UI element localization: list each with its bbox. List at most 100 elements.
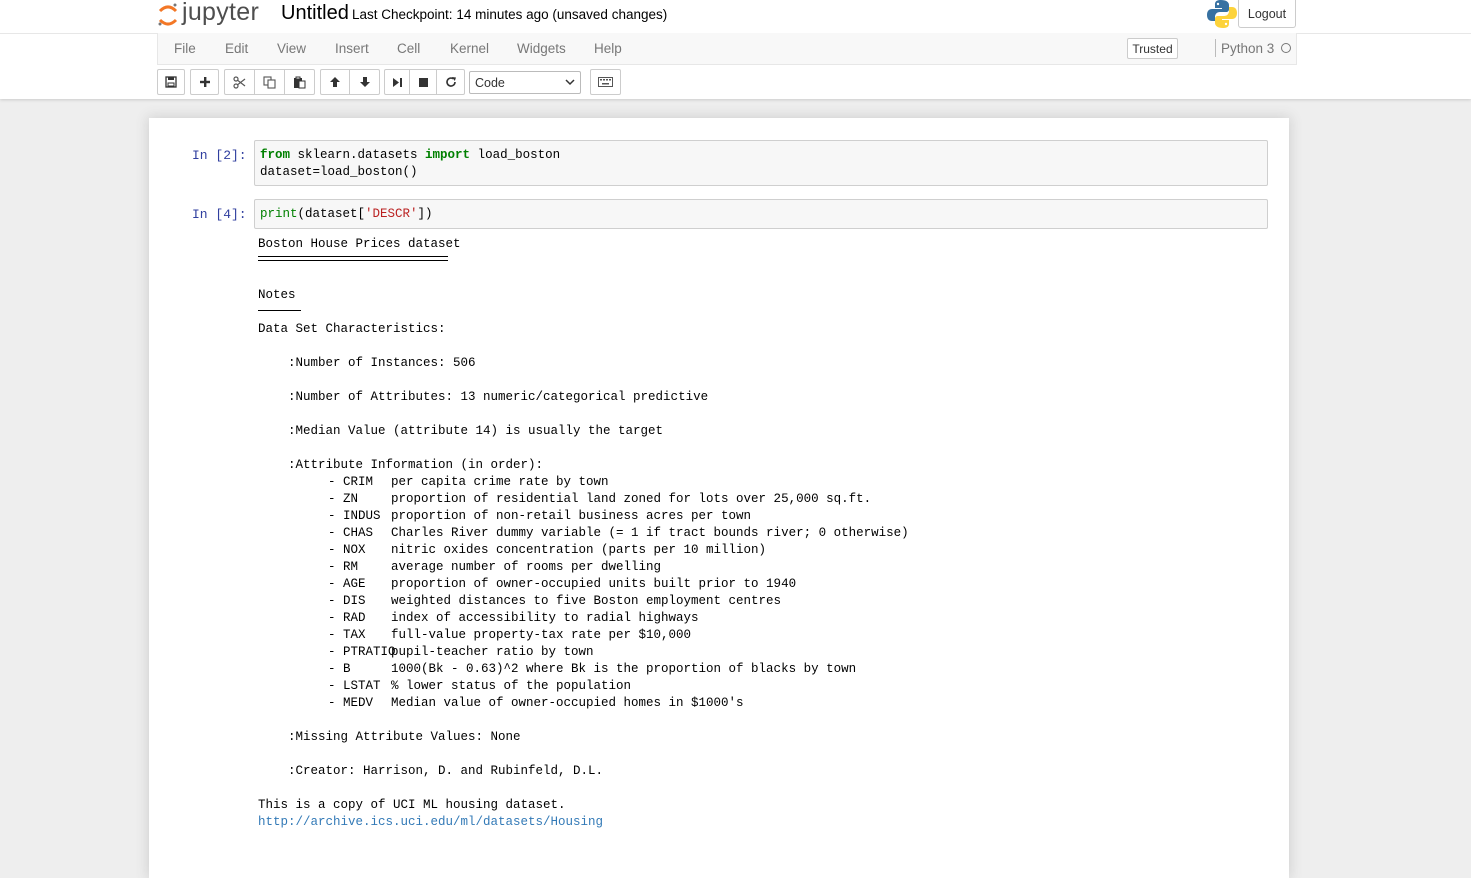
attribute-name: - LSTAT [328, 679, 381, 693]
code-line: dataset=load_boston() [260, 165, 418, 179]
attribute-description: average number of rooms per dwelling [391, 560, 662, 574]
stop-icon [418, 77, 428, 87]
run-button[interactable] [384, 69, 410, 95]
attribute-description: proportion of residential land zoned for… [391, 492, 872, 506]
copy-note: This is a copy of UCI ML housing dataset… [258, 798, 566, 812]
insert-cell-button[interactable] [190, 69, 219, 95]
menu-widgets[interactable]: Widgets [517, 41, 566, 56]
menu-view[interactable]: View [277, 41, 306, 56]
cell-type-value: Code [475, 75, 505, 90]
move-down-button[interactable] [349, 69, 380, 95]
kernel-idle-indicator [1281, 43, 1291, 53]
attribute-name: - CHAS [328, 526, 374, 540]
attribute-description: Median value of owner-occupied homes in … [391, 696, 744, 710]
creator-line: :Creator: Harrison, D. and Rubinfeld, D.… [288, 764, 604, 778]
attribute-description: weighted distances to five Boston employ… [391, 594, 782, 608]
dataset-url-link[interactable]: http://archive.ics.uci.edu/ml/datasets/H… [258, 815, 603, 829]
refresh-icon [445, 77, 456, 87]
dataset-url-text: http://archive.ics.uci.edu/ml/datasets/H… [258, 815, 604, 829]
cut-icon [233, 75, 246, 89]
notes-underline [258, 310, 301, 311]
save-button[interactable] [157, 69, 185, 95]
code-text: ]) [417, 207, 433, 221]
attribute-description: index of accessibility to radial highway… [391, 611, 699, 625]
keyword: import [425, 148, 471, 162]
menu-cell[interactable]: Cell [397, 41, 420, 56]
attribute-info-heading: :Attribute Information (in order): [288, 458, 544, 472]
string-literal: 'DESCR' [365, 207, 418, 221]
attribute-description: 1000(Bk - 0.63)^2 where Bk is the propor… [391, 662, 857, 676]
jupyter-logo[interactable]: jupyter [157, 0, 259, 30]
instances-line: :Number of Instances: 506 [288, 356, 476, 370]
attribute-name: - ZN [328, 492, 359, 506]
checkpoint-time: 14 minutes ago [456, 7, 549, 22]
menu-edit[interactable]: Edit [225, 41, 248, 56]
arrow-up-icon [330, 77, 340, 87]
attribute-name: - B [328, 662, 351, 676]
menu-file[interactable]: File [174, 41, 196, 56]
copy-icon [263, 75, 276, 89]
attribute-name: - DIS [328, 594, 366, 608]
attribute-name: - NOX [328, 543, 366, 557]
step-forward-icon [392, 77, 402, 87]
attribute-name: - AGE [328, 577, 366, 591]
code-line: from sklearn.datasets import load_boston [260, 148, 560, 162]
menu-help[interactable]: Help [594, 41, 622, 56]
menu-insert[interactable]: Insert [335, 41, 369, 56]
code-text: (dataset[ [297, 207, 366, 221]
notes-heading: Notes [258, 288, 296, 302]
attribute-description: proportion of non-retail business acres … [391, 509, 752, 523]
attribute-name: - MEDV [328, 696, 374, 710]
characteristics-heading: Data Set Characteristics: [258, 322, 446, 336]
median-line: :Median Value (attribute 14) is usually … [288, 424, 664, 438]
title-underline [258, 260, 448, 261]
logout-button[interactable]: Logout [1238, 0, 1296, 28]
attribute-name: - RAD [328, 611, 366, 625]
menu-kernel[interactable]: Kernel [450, 41, 489, 56]
cell-prompt: In [2]: [192, 148, 247, 163]
checkpoint-status: Last Checkpoint: 14 minutes ago (unsaved… [352, 7, 667, 22]
cell-type-select[interactable]: Code [469, 71, 581, 94]
code-text: dataset=load_boston() [260, 165, 418, 179]
output-title: Boston House Prices dataset [258, 237, 461, 251]
command-palette-button[interactable] [590, 69, 621, 95]
attribute-description: % lower status of the population [391, 679, 632, 693]
copy-button[interactable] [254, 69, 285, 95]
code-cell-input[interactable]: print(dataset['DESCR']) [254, 199, 1268, 229]
paste-button[interactable] [284, 69, 315, 95]
attributes-line: :Number of Attributes: 13 numeric/catego… [288, 390, 709, 404]
notebook-container: In [2]: from sklearn.datasets import loa… [149, 118, 1289, 878]
attribute-description: pupil-teacher ratio by town [391, 645, 594, 659]
notebook-title[interactable]: Untitled [281, 2, 349, 25]
attribute-name: - INDUS [328, 509, 381, 523]
code-text: sklearn.datasets [290, 148, 426, 162]
save-icon [165, 76, 177, 88]
autosave-status: (unsaved changes) [552, 7, 668, 22]
keyword: from [260, 148, 291, 162]
kernel-separator [1215, 39, 1216, 57]
code-line: print(dataset['DESCR']) [260, 207, 433, 221]
attribute-name: - TAX [328, 628, 366, 642]
kernel-name: Python 3 [1221, 41, 1275, 56]
restart-button[interactable] [436, 69, 465, 95]
attribute-name: - PTRATIO [328, 645, 396, 659]
missing-line: :Missing Attribute Values: None [288, 730, 521, 744]
move-up-button[interactable] [320, 69, 350, 95]
paste-icon [294, 76, 306, 88]
code-cell-input[interactable]: from sklearn.datasets import load_boston… [254, 140, 1268, 186]
attribute-description: proportion of owner-occupied units built… [391, 577, 797, 591]
keyboard-icon [598, 77, 613, 87]
cut-button[interactable] [224, 69, 255, 95]
attribute-name: - CRIM [328, 475, 374, 489]
title-underline [258, 256, 448, 257]
menubar: File Edit View Insert Cell Kernel Widget… [157, 33, 1297, 65]
arrow-down-icon [359, 77, 370, 87]
interrupt-button[interactable] [409, 69, 437, 95]
jupyter-logo-icon [158, 3, 178, 26]
attribute-description: nitric oxides concentration (parts per 1… [391, 543, 767, 557]
plus-icon [199, 77, 210, 87]
attribute-name: - RM [328, 560, 359, 574]
code-text: load_boston [470, 148, 561, 162]
trusted-badge[interactable]: Trusted [1127, 38, 1178, 59]
attribute-description: full-value property-tax rate per $10,000 [391, 628, 692, 642]
